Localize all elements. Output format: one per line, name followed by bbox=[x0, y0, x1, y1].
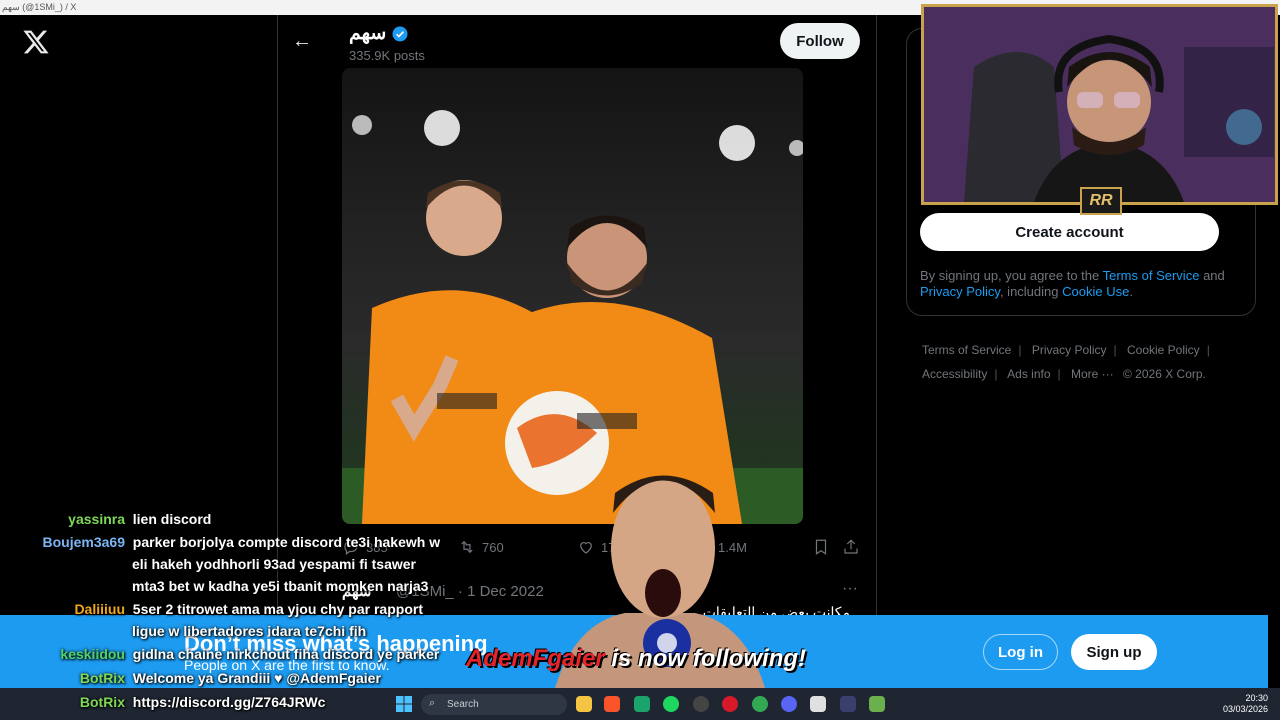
bookmark-icon bbox=[815, 539, 827, 555]
footer-link[interactable]: Terms of Service bbox=[922, 343, 1011, 357]
discord-icon[interactable] bbox=[781, 696, 797, 712]
chat-message: BotRix https://discord.gg/Z764JRWc bbox=[0, 694, 326, 710]
x-logo-icon[interactable] bbox=[22, 28, 50, 56]
bookmark-action[interactable] bbox=[812, 538, 830, 556]
chat-text: parker borjolya compte discord te3i hake… bbox=[132, 534, 441, 550]
spotify-icon[interactable] bbox=[663, 696, 679, 712]
chat-username: BotRix bbox=[79, 670, 125, 686]
chat-message-cont: mta3 bet w kadha ye5i tbanit momken narj… bbox=[132, 578, 429, 594]
tweet2-date: · 1 Dec 2022 bbox=[457, 583, 544, 600]
chat-message: Daliiiuu 5ser 2 titrowet ama ma yjou chy… bbox=[0, 601, 423, 617]
clock-date: 03/03/2026 bbox=[1222, 704, 1268, 714]
chat-username: yassinra bbox=[68, 511, 125, 527]
app-icon[interactable] bbox=[634, 696, 650, 712]
chat-username: Daliiiuu bbox=[74, 601, 125, 617]
chat-message: yassinra lien discord bbox=[0, 511, 211, 527]
privacy-link[interactable]: Privacy Policy bbox=[920, 284, 1000, 299]
signup-legal-text: By signing up, you agree to the Terms of… bbox=[920, 268, 1240, 300]
tweet2-more-icon[interactable]: ··· bbox=[842, 580, 858, 598]
chat-message-cont: ligue w libertadores idara te7chi fih bbox=[132, 623, 367, 639]
copyright: © 2026 X Corp. bbox=[1123, 367, 1206, 381]
legal-and: and bbox=[1203, 268, 1225, 283]
footer-link[interactable]: Cookie Policy bbox=[1127, 343, 1200, 357]
footer-link[interactable]: More ··· bbox=[1071, 367, 1114, 381]
share-action[interactable] bbox=[842, 538, 860, 556]
chat-text: Welcome ya Grandiii ♥ @AdemFgaier bbox=[132, 670, 381, 686]
app-icon[interactable] bbox=[869, 696, 885, 712]
back-arrow-icon[interactable]: ← bbox=[292, 30, 312, 53]
chat-text: lien discord bbox=[132, 511, 212, 527]
opera-icon[interactable] bbox=[722, 696, 738, 712]
terms-link[interactable]: Terms of Service bbox=[1103, 268, 1200, 283]
posts-count: 335.9K posts bbox=[349, 48, 425, 63]
chat-text: https://discord.gg/Z764JRWc bbox=[132, 694, 326, 710]
chat-message: Boujem3a69 parker borjolya compte discor… bbox=[0, 534, 441, 550]
alert-username: AdemFgaier bbox=[466, 645, 605, 672]
signup-button[interactable]: Sign up bbox=[1071, 634, 1157, 670]
chat-username: BotRix bbox=[79, 694, 125, 710]
alert-text: is now following! bbox=[604, 645, 807, 672]
chat-text: 5ser 2 titrowet ama ma yjou chy par rapp… bbox=[132, 601, 423, 617]
taskbar-search[interactable]: Search bbox=[421, 694, 567, 715]
footer-links: Terms of Service | Privacy Policy | Cookie… bbox=[922, 343, 1210, 381]
share-icon bbox=[844, 539, 858, 554]
repost-action[interactable]: 760 bbox=[458, 538, 504, 556]
search-icon: ⌕ bbox=[429, 697, 436, 709]
brave-browser-icon[interactable] bbox=[604, 696, 620, 712]
media-player-icon[interactable] bbox=[810, 696, 826, 712]
chat-username: Boujem3a69 bbox=[42, 534, 125, 550]
stream-logo-badge: RR bbox=[1080, 187, 1122, 215]
profile-name: سهم bbox=[349, 23, 387, 44]
follow-button[interactable]: Follow bbox=[780, 23, 860, 59]
app-icon[interactable] bbox=[840, 696, 856, 712]
chat-text: gidlna chaine nirkchout fiha discord ye … bbox=[132, 646, 440, 662]
chat-message-cont: eli hakeh yodhhorli 93ad yespami fi tsaw… bbox=[132, 556, 416, 572]
follow-alert: AdemFgaier is now following! bbox=[466, 645, 806, 673]
column-divider-left bbox=[277, 15, 278, 615]
legal-prefix: By signing up, you agree to the bbox=[920, 268, 1100, 283]
repost-icon bbox=[461, 540, 473, 554]
clock-time: 20:30 bbox=[1245, 693, 1268, 703]
column-divider-right bbox=[876, 15, 877, 615]
chat-message: BotRix Welcome ya Grandiii ♥ @AdemFgaier bbox=[0, 670, 381, 686]
login-button[interactable]: Log in bbox=[983, 634, 1058, 670]
webcam-illustration bbox=[924, 7, 1275, 202]
legal-end: . bbox=[1129, 284, 1133, 299]
taskbar-clock: 20:30 03/03/2026 bbox=[1222, 693, 1268, 715]
legal-including: , including bbox=[999, 284, 1059, 299]
file-explorer-icon[interactable] bbox=[576, 696, 592, 712]
chat-username: keskiidou bbox=[60, 646, 125, 662]
footer-link[interactable]: Accessibility bbox=[922, 367, 987, 381]
streamer-webcam bbox=[921, 4, 1278, 205]
steam-icon[interactable] bbox=[693, 696, 709, 712]
windows-start-icon[interactable] bbox=[396, 696, 412, 712]
create-account-button[interactable]: Create account bbox=[920, 213, 1219, 251]
repost-count: 760 bbox=[482, 539, 504, 555]
cookie-link[interactable]: Cookie Use bbox=[1062, 284, 1129, 299]
verified-badge-icon bbox=[392, 26, 408, 42]
footer-link[interactable]: Privacy Policy bbox=[1032, 343, 1107, 357]
chrome-icon[interactable] bbox=[752, 696, 768, 712]
chat-message: keskiidou gidlna chaine nirkchout fiha d… bbox=[0, 646, 439, 662]
footer-link[interactable]: Ads info bbox=[1007, 367, 1050, 381]
